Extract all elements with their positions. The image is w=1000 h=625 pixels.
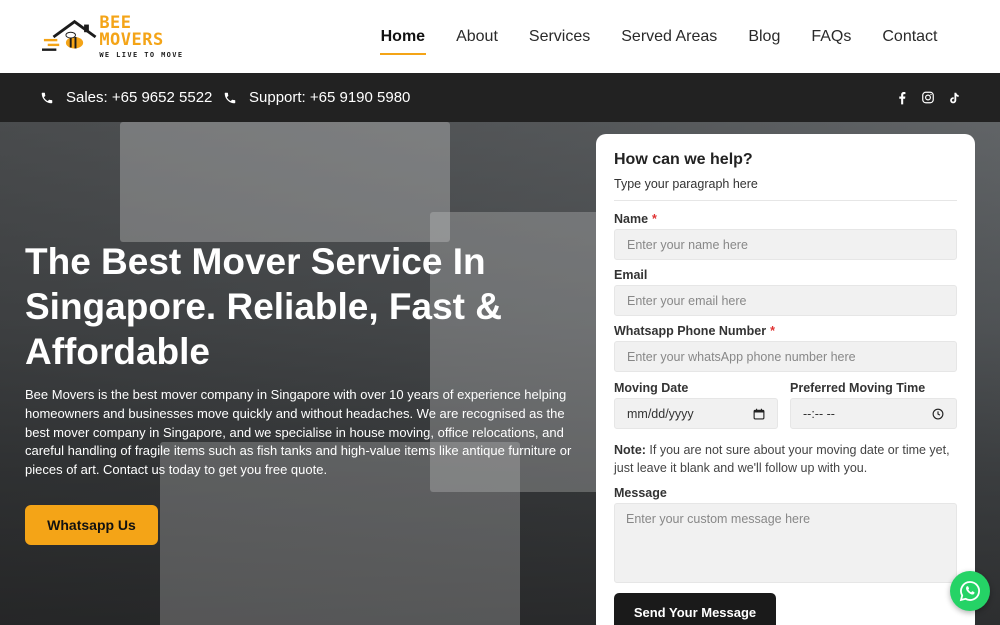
nav-served-areas[interactable]: Served Areas bbox=[606, 0, 733, 73]
required-mark: * bbox=[770, 324, 775, 338]
moving-date-input[interactable]: mm/dd/yyyy bbox=[614, 398, 778, 429]
phone-label-text: Whatsapp Phone Number bbox=[614, 324, 767, 338]
note-text: If you are not sure about your moving da… bbox=[614, 443, 950, 475]
facebook-icon[interactable] bbox=[896, 91, 908, 105]
name-label: Name * bbox=[614, 212, 657, 226]
nav-blog[interactable]: Blog bbox=[733, 0, 796, 73]
name-input[interactable]: Enter your name here bbox=[614, 229, 957, 260]
tiktok-icon[interactable] bbox=[948, 91, 960, 105]
nav-contact[interactable]: Contact bbox=[867, 0, 953, 73]
main-nav: Home About Services Served Areas Blog FA… bbox=[365, 0, 953, 73]
brand-logo[interactable]: BEE MOVERS WE LIVE TO MOVE bbox=[42, 14, 202, 60]
bee-house-icon bbox=[42, 19, 97, 51]
nav-home[interactable]: Home bbox=[365, 0, 440, 73]
note-label: Note: bbox=[614, 443, 646, 457]
name-placeholder: Enter your name here bbox=[627, 237, 748, 252]
sales-phone: Sales: +65 9652 5522 bbox=[66, 89, 213, 106]
required-mark: * bbox=[652, 212, 657, 226]
preferred-time-input[interactable]: --:-- -- bbox=[790, 398, 957, 429]
support-contact[interactable]: Support: +65 9190 5980 bbox=[223, 73, 410, 122]
social-links bbox=[896, 73, 960, 122]
truck-image bbox=[120, 122, 450, 242]
time-placeholder: --:-- -- bbox=[803, 406, 835, 421]
site-header: BEE MOVERS WE LIVE TO MOVE Home About Se… bbox=[0, 0, 1000, 73]
contact-form: How can we help? Type your paragraph her… bbox=[596, 134, 975, 625]
form-note: Note: If you are not sure about your mov… bbox=[614, 441, 959, 477]
contact-bar: Sales: +65 9652 5522 Support: +65 9190 5… bbox=[0, 73, 1000, 122]
support-phone: Support: +65 9190 5980 bbox=[249, 89, 411, 106]
calendar-icon[interactable] bbox=[753, 408, 765, 420]
message-label: Message bbox=[614, 486, 667, 500]
email-label: Email bbox=[614, 268, 648, 282]
whatsapp-icon bbox=[959, 581, 980, 602]
message-textarea[interactable]: Enter your custom message here bbox=[614, 503, 957, 583]
phone-placeholder: Enter your whatsApp phone number here bbox=[627, 349, 856, 364]
whatsapp-float-button[interactable] bbox=[950, 571, 990, 611]
nav-faqs[interactable]: FAQs bbox=[796, 0, 867, 73]
email-input[interactable]: Enter your email here bbox=[614, 285, 957, 316]
sales-contact[interactable]: Sales: +65 9652 5522 bbox=[40, 73, 212, 122]
nav-services[interactable]: Services bbox=[513, 0, 605, 73]
form-heading: How can we help? bbox=[614, 151, 753, 168]
brand-name: BEE MOVERS bbox=[99, 13, 164, 50]
instagram-icon[interactable] bbox=[922, 91, 934, 105]
whatsapp-us-button[interactable]: Whatsapp Us bbox=[25, 505, 158, 545]
moving-date-label: Moving Date bbox=[614, 381, 689, 395]
phone-icon bbox=[41, 92, 53, 103]
message-placeholder: Enter your custom message here bbox=[626, 512, 811, 526]
email-placeholder: Enter your email here bbox=[627, 293, 747, 308]
send-message-button[interactable]: Send Your Message bbox=[614, 593, 776, 625]
whatsapp-phone-input[interactable]: Enter your whatsApp phone number here bbox=[614, 341, 957, 372]
hero-description: Bee Movers is the best mover company in … bbox=[25, 387, 572, 478]
clock-icon[interactable] bbox=[932, 408, 944, 420]
form-subheading: Type your paragraph here bbox=[614, 177, 758, 191]
date-placeholder: mm/dd/yyyy bbox=[627, 406, 694, 421]
preferred-time-label: Preferred Moving Time bbox=[790, 381, 926, 395]
phone-label: Whatsapp Phone Number * bbox=[614, 324, 775, 338]
hero-title: The Best Mover Service In Singapore. Rel… bbox=[25, 241, 503, 372]
name-label-text: Name bbox=[614, 212, 649, 226]
brand-tagline: WE LIVE TO MOVE bbox=[99, 51, 184, 59]
phone-icon bbox=[224, 92, 236, 103]
divider bbox=[614, 200, 957, 201]
nav-about[interactable]: About bbox=[441, 0, 514, 73]
